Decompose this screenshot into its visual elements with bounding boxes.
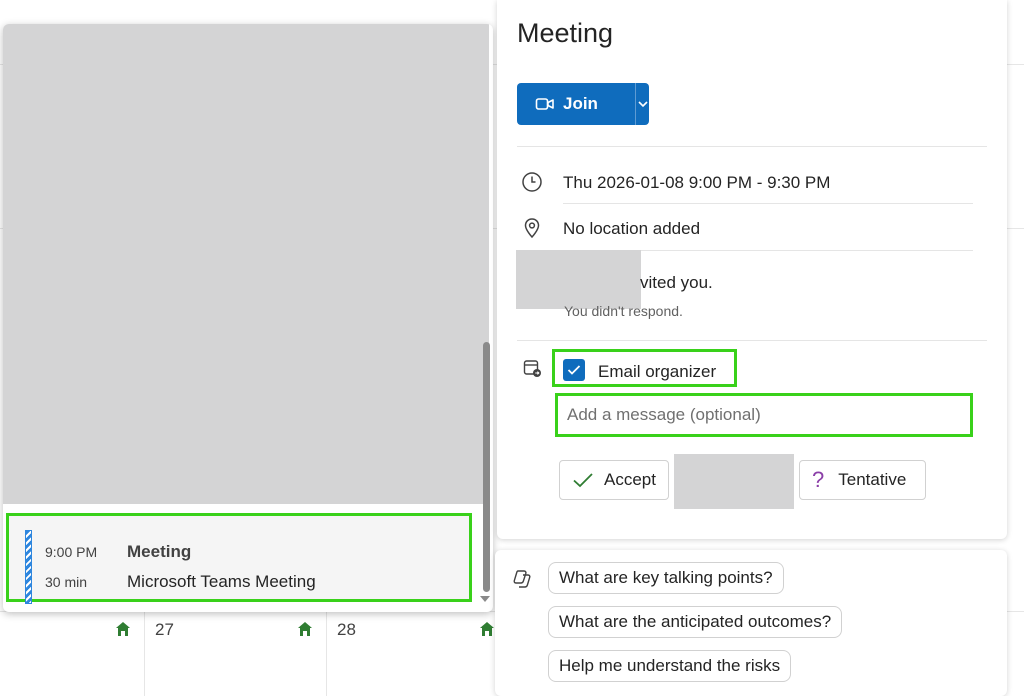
location-pin-icon [524,218,540,239]
join-button[interactable]: Join [517,83,649,125]
meeting-details-panel: Meeting Join Thu 2026-01-08 9:00 PM - 9:… [497,0,1007,539]
divider [517,146,987,147]
day-number[interactable]: 28 [337,620,356,640]
home-icon [116,622,130,636]
message-input[interactable] [561,399,979,431]
event-time: 9:00 PM [45,544,98,560]
meeting-datetime: Thu 2026-01-08 9:00 PM - 9:30 PM [563,173,831,192]
divider [517,340,987,341]
email-organizer-label: Email organizer [598,362,717,381]
grid-line [144,611,145,696]
day-number[interactable]: 27 [155,620,174,640]
copilot-icon [513,570,531,588]
tentative-button[interactable]: ? Tentative [799,460,926,500]
meeting-location: No location added [563,219,701,238]
meeting-title: Meeting [517,18,614,48]
join-main-action[interactable]: Join [517,83,635,125]
event-duration: 30 min [45,574,88,590]
chevron-down-icon [637,101,648,108]
join-dropdown[interactable] [636,83,649,125]
tentative-label: Tentative [838,470,907,489]
scroll-down-arrow[interactable] [480,596,490,602]
accept-label: Accept [604,470,656,489]
scrollbar[interactable] [483,342,490,592]
home-icon [298,622,312,636]
accept-button[interactable]: Accept [559,460,669,500]
invite-text: vited you. [640,273,713,292]
divider [563,203,973,204]
suggestion-chip[interactable]: What are the anticipated outcomes? [548,606,843,638]
redacted-organizer [516,250,641,309]
checkmark-icon [567,365,581,375]
grid-line [326,611,327,696]
email-organizer-option[interactable]: Email organizer [552,349,737,387]
redacted-area [3,24,489,504]
copilot-suggestions-panel: What are key talking points? What are th… [495,550,1007,696]
event-list-item[interactable]: 9:00 PM 30 min Meeting Microsoft Teams M… [6,513,472,604]
accept-check-icon [573,473,593,488]
event-list-popup: 9:00 PM 30 min Meeting Microsoft Teams M… [3,24,493,612]
event-title: Meeting [127,542,192,561]
calendar-reply-icon [523,360,541,377]
video-camera-icon [535,98,554,110]
suggestion-chip[interactable]: What are key talking points? [548,562,784,594]
home-icon [480,622,494,636]
email-organizer-checkbox[interactable] [563,359,585,381]
clock-icon [522,172,542,192]
suggestion-chip[interactable]: Help me understand the risks [548,650,792,682]
redacted-button [674,454,794,509]
question-mark-icon: ? [812,467,825,492]
join-label: Join [563,94,598,113]
event-color-stripe [25,530,32,604]
response-status: You didn't respond. [564,303,683,319]
event-location: Microsoft Teams Meeting [127,572,316,591]
message-input-wrapper [555,393,979,437]
